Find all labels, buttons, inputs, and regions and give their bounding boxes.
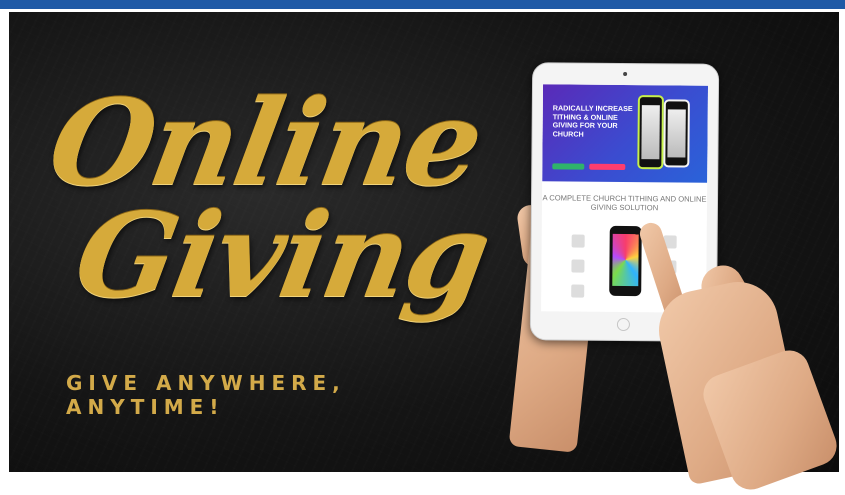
feature-icon [571, 284, 585, 298]
hero-heading: RADICALLY INCREASE TITHING & ONLINE GIVI… [552, 103, 633, 139]
hero-section: RADICALLY INCREASE TITHING & ONLINE GIVI… [542, 84, 709, 183]
tablet-screen: RADICALLY INCREASE TITHING & ONLINE GIVI… [541, 84, 709, 313]
green-button [552, 163, 585, 170]
title-giving: Giving [66, 188, 499, 324]
phone-mockup-green [637, 95, 664, 170]
camera-dot [623, 71, 628, 77]
phone-mockup-center [609, 225, 642, 297]
image-frame: Online Giving GIVE ANYWHERE, ANYTIME! RA… [0, 0, 845, 495]
home-button [616, 317, 630, 332]
feature-icon [571, 259, 585, 273]
title-online: Online [39, 73, 492, 212]
phone-mockup-white [663, 99, 690, 168]
pink-button [589, 163, 626, 171]
tagline: GIVE ANYWHERE, ANYTIME! [66, 371, 346, 419]
section-heading: A COMPLETE CHURCH TITHING AND ONLINE GIV… [542, 193, 707, 213]
top-accent-bar [0, 0, 845, 9]
feature-icon [571, 234, 585, 248]
